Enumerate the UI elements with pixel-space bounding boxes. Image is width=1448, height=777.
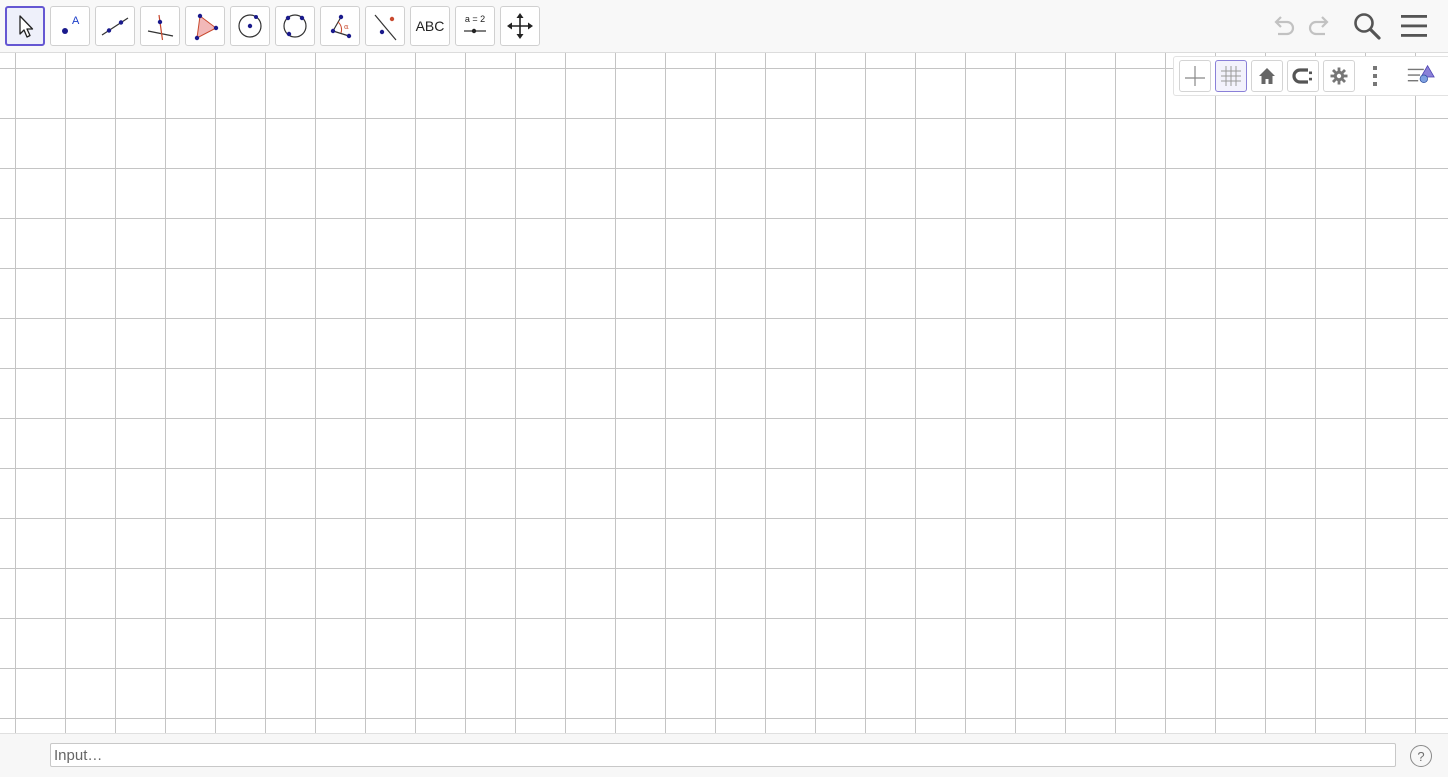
graphics-view[interactable]: [0, 53, 1448, 733]
redo-button[interactable]: [1302, 8, 1338, 44]
polygon-tool[interactable]: [185, 6, 225, 46]
standard-view-button[interactable]: [1251, 60, 1283, 92]
reflect-tool[interactable]: [365, 6, 405, 46]
undo-button[interactable]: [1265, 8, 1301, 44]
point-capturing-button[interactable]: [1287, 60, 1319, 92]
move-graphics-view-tool[interactable]: [500, 6, 540, 46]
angle-icon: α: [330, 14, 352, 39]
move-tool[interactable]: [5, 6, 45, 46]
perpendicular-line-tool[interactable]: [140, 6, 180, 46]
slider-label: a = 2: [465, 14, 485, 24]
reflect-icon: [374, 14, 397, 41]
angle-tool[interactable]: α: [320, 6, 360, 46]
text-icon: ABC: [415, 18, 445, 34]
redo-icon: [1308, 16, 1329, 36]
gear-icon: [1330, 67, 1348, 85]
move-view-icon: [507, 13, 533, 39]
polygon-icon: [194, 13, 219, 41]
slider-icon: a = 2: [464, 14, 486, 34]
point-capturing-icon: [1292, 68, 1312, 84]
angle-label: α: [344, 23, 349, 31]
circle-three-points-tool[interactable]: [275, 6, 315, 46]
line-icon: [101, 17, 129, 36]
input-help-button[interactable]: ?: [1410, 745, 1432, 767]
point-tool[interactable]: A: [50, 6, 90, 46]
main-menu-button[interactable]: [1396, 8, 1432, 44]
arrow-cursor-icon: [19, 15, 34, 38]
algebra-input-field[interactable]: [50, 743, 1396, 767]
axes-toggle-icon: [1185, 66, 1205, 86]
circle-three-points-icon: [283, 14, 307, 38]
search-button[interactable]: [1349, 8, 1385, 44]
home-icon: [1259, 68, 1275, 84]
graphics-settings-button[interactable]: [1323, 60, 1355, 92]
style-bar-toggle-icon: [1407, 64, 1435, 83]
perpendicular-icon: [147, 14, 174, 41]
toggle-axes-button[interactable]: [1179, 60, 1211, 92]
circle-center-point-tool[interactable]: [230, 6, 270, 46]
toggle-grid-button[interactable]: [1215, 60, 1247, 92]
search-icon: [1354, 13, 1381, 40]
style-bar-toggle-button[interactable]: [1405, 60, 1437, 92]
line-tool[interactable]: [95, 6, 135, 46]
more-options-button[interactable]: [1359, 60, 1391, 92]
toolbar: A α ABC a = 2: [0, 0, 1448, 53]
more-icon: [1373, 66, 1377, 86]
text-tool[interactable]: ABC: [410, 6, 450, 46]
grid-toggle-icon: [1221, 66, 1241, 86]
point-icon: A: [62, 15, 80, 34]
slider-tool[interactable]: a = 2: [455, 6, 495, 46]
algebra-input-bar: ?: [0, 733, 1448, 777]
undo-icon: [1274, 16, 1295, 36]
circle-center-icon: [238, 14, 262, 38]
point-label: A: [72, 15, 80, 27]
help-icon: ?: [1417, 748, 1425, 764]
hamburger-menu-icon: [1401, 15, 1427, 37]
graphics-style-bar: [1173, 56, 1448, 96]
